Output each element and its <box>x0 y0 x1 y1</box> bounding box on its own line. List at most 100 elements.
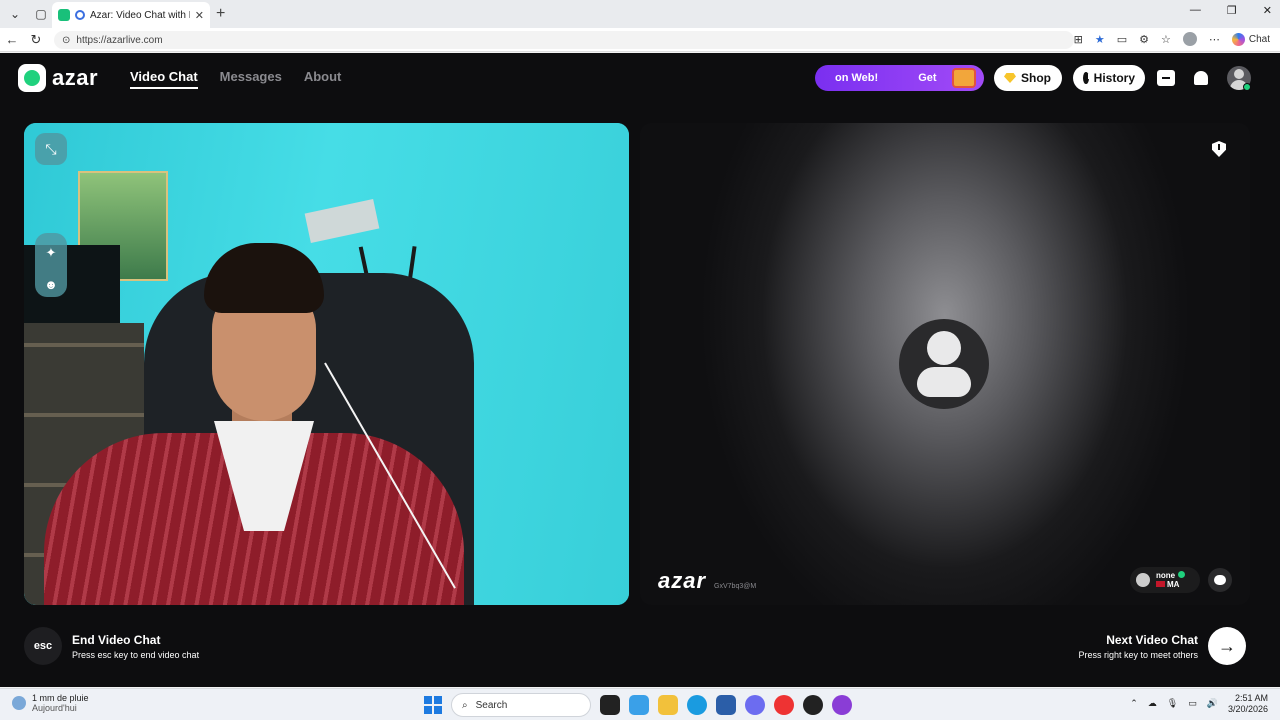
shop-label: Shop <box>1021 71 1051 85</box>
store-icon[interactable] <box>716 695 736 715</box>
os-taskbar: 1 mm de pluie Aujourd'hui ⌕ Search ⌃ ☁ 🎙… <box>0 688 1280 720</box>
workspaces-icon[interactable]: ▢ <box>30 3 52 25</box>
azar-page: azar Video Chat Messages About on Web! G… <box>0 53 1280 687</box>
favorites-icon[interactable]: ☆ <box>1161 33 1171 46</box>
remote-user-badge[interactable]: none MA <box>1130 567 1200 593</box>
clock-icon <box>1083 72 1090 84</box>
next-chat-title: Next Video Chat <box>1106 632 1198 647</box>
extensions-icon[interactable]: ⚙ <box>1139 33 1149 46</box>
logo-text: azar <box>52 65 99 90</box>
search-placeholder: Search <box>475 699 508 711</box>
tab-title: Azar: Video Chat with New Pe <box>90 9 190 21</box>
shrink-icon: ⤡ <box>45 140 57 157</box>
watermark-logo: azar <box>658 568 707 593</box>
tab-actions-icon[interactable]: ⌄ <box>4 3 26 25</box>
inbox-button[interactable] <box>1155 67 1177 89</box>
browser-tab[interactable]: Azar: Video Chat with New Pe ✕ <box>52 2 210 28</box>
nav-about[interactable]: About <box>304 69 342 89</box>
esc-key-button[interactable]: esc <box>24 627 62 665</box>
volume-icon[interactable]: 🔊 <box>1207 698 1218 709</box>
network-icon[interactable]: ▭ <box>1188 698 1197 709</box>
copilot-button[interactable]: Chat <box>1231 32 1270 46</box>
extensions-grid-icon[interactable]: ⊞ <box>1074 33 1083 46</box>
site-header: azar Video Chat Messages About on Web! G… <box>0 53 1280 103</box>
camera-icon[interactable]: ▭ <box>1117 33 1127 46</box>
close-window-icon[interactable]: ✕ <box>1263 4 1272 17</box>
nav-video-chat[interactable]: Video Chat <box>130 69 198 89</box>
tray-overflow-icon[interactable]: ⌃ <box>1130 698 1138 709</box>
nav-messages[interactable]: Messages <box>220 69 282 89</box>
app-icon[interactable] <box>832 695 852 715</box>
remote-username: none <box>1156 570 1176 580</box>
remote-user-avatar-icon <box>1136 573 1150 587</box>
weather-sub: Aujourd'hui <box>32 703 77 714</box>
remote-country: MA <box>1167 579 1180 589</box>
clock-date: 3/20/2026 <box>1227 703 1268 714</box>
weather-title: 1 mm de pluie <box>32 693 89 703</box>
widgets-app-icon[interactable] <box>629 695 649 715</box>
profile-avatar[interactable] <box>1182 32 1197 46</box>
next-arrow-button[interactable]: → <box>1208 627 1246 665</box>
copilot-icon <box>1231 32 1245 46</box>
gem-icon <box>1004 73 1016 83</box>
remote-user-placeholder <box>899 319 989 409</box>
azar-logo[interactable]: azar <box>18 64 98 92</box>
back-icon[interactable]: ← <box>0 32 24 47</box>
opera-icon[interactable] <box>774 695 794 715</box>
chat-bubble-icon <box>1214 575 1226 585</box>
treasure-chest-icon <box>952 68 976 88</box>
discord-icon[interactable] <box>745 695 765 715</box>
shop-button[interactable]: Shop <box>994 65 1062 91</box>
face-filter-icon[interactable]: ☻ <box>35 277 67 292</box>
obs-icon[interactable] <box>803 695 823 715</box>
promo-cta: Get <box>918 72 937 84</box>
notifications-button[interactable] <box>1190 67 1212 89</box>
system-clock[interactable]: 2:51 AM 3/20/2026 <box>1228 693 1268 715</box>
chat-button[interactable] <box>1208 568 1232 592</box>
promo-text: on Web! <box>835 72 879 84</box>
shrink-video-button[interactable]: ⤡ <box>35 133 67 165</box>
promo-banner[interactable]: on Web! Get <box>815 65 984 91</box>
refresh-icon[interactable]: ↻ <box>24 32 48 48</box>
restore-icon[interactable]: ❐ <box>1227 4 1237 17</box>
search-icon: ⌕ <box>462 699 468 711</box>
url-text: https://azarlive.com <box>76 34 163 46</box>
address-bar[interactable]: ⊙ https://azarlive.com <box>54 31 1074 49</box>
online-status-dot <box>1243 83 1251 91</box>
task-view-icon[interactable] <box>600 695 620 715</box>
system-tray: ⌃ ☁ 🎙 ▭ 🔊 2:51 AM 3/20/2026 <box>1130 693 1268 715</box>
magic-wand-icon[interactable]: ✦ <box>35 245 67 261</box>
browser-toolbar: ← ↻ ⊙ https://azarlive.com ⊞ ★ ▭ ⚙ ☆ ⋯ C… <box>0 28 1280 52</box>
local-user-figure <box>44 243 474 605</box>
site-info-icon[interactable]: ⊙ <box>62 35 70 46</box>
recording-indicator-icon <box>75 10 85 20</box>
taskbar-apps: ⌕ Search <box>424 693 852 717</box>
close-tab-icon[interactable]: ✕ <box>195 9 204 22</box>
microphone-icon[interactable]: 🎙 <box>1167 698 1178 709</box>
next-chat-hint: Press right key to meet others <box>1078 649 1198 660</box>
onedrive-icon[interactable]: ☁ <box>1148 698 1157 709</box>
copilot-label: Chat <box>1248 33 1270 45</box>
windows-start-icon[interactable] <box>424 696 442 714</box>
new-tab-button[interactable]: + <box>216 5 225 23</box>
history-button[interactable]: History <box>1073 65 1145 91</box>
window-controls: — ❐ ✕ <box>1190 4 1272 17</box>
azar-favicon-icon <box>58 9 70 21</box>
edge-browser-icon[interactable] <box>687 695 707 715</box>
minimize-icon[interactable]: — <box>1190 4 1201 17</box>
session-id: GxV7bq3@M <box>714 583 757 590</box>
favorite-star-icon[interactable]: ★ <box>1095 33 1105 46</box>
more-menu-icon[interactable]: ⋯ <box>1209 33 1220 46</box>
clock-time: 2:51 AM <box>1234 693 1268 703</box>
bell-icon <box>1194 71 1208 85</box>
weather-widget[interactable]: 1 mm de pluie Aujourd'hui <box>12 693 89 714</box>
file-explorer-icon[interactable] <box>658 695 678 715</box>
report-shield-icon[interactable] <box>1212 141 1226 157</box>
verified-icon <box>1178 570 1186 578</box>
azar-watermark: azar GxV7bq3@M <box>658 568 756 594</box>
main-menu: Video Chat Messages About <box>130 69 341 89</box>
taskbar-search[interactable]: ⌕ Search <box>451 693 591 717</box>
end-chat-control[interactable]: esc End Video Chat Press esc key to end … <box>24 627 199 665</box>
inbox-icon <box>1157 70 1175 86</box>
next-chat-control[interactable]: Next Video Chat Press right key to meet … <box>1078 627 1246 665</box>
